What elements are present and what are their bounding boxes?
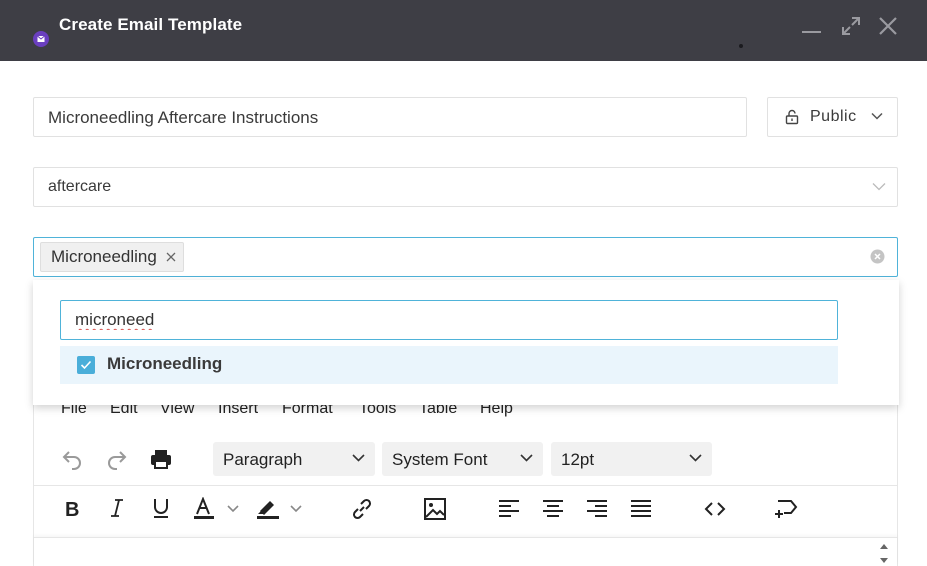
align-right-button[interactable] <box>585 497 609 521</box>
highlight-color-icon <box>257 501 302 519</box>
close-icon <box>879 17 897 35</box>
italic-button[interactable] <box>106 497 128 519</box>
visibility-dropdown-button[interactable]: Public <box>767 97 898 137</box>
template-name-value: Microneedling Aftercare Instructions <box>48 108 319 127</box>
insert-placeholder-icon <box>775 500 798 518</box>
minimize-button[interactable] <box>800 14 824 38</box>
chevron-down-icon <box>872 183 886 191</box>
font-family-select[interactable]: System Font <box>382 442 543 476</box>
close-button[interactable] <box>876 14 900 38</box>
text-color-button[interactable] <box>192 497 240 521</box>
underline-icon <box>154 499 168 518</box>
chevron-down-icon <box>689 454 702 462</box>
link-icon <box>352 498 372 520</box>
block-format-select[interactable]: Paragraph <box>213 442 375 476</box>
category-select[interactable]: aftercare <box>33 167 898 207</box>
text-color-icon <box>194 497 239 519</box>
checkbox-checked-icon[interactable] <box>77 356 95 374</box>
window-titlebar: Create Email Template <box>0 0 927 61</box>
underline-button[interactable] <box>150 497 172 519</box>
tag-remove-icon[interactable] <box>166 252 176 262</box>
editor-toolbar-row2: B <box>34 485 897 529</box>
print-button[interactable] <box>149 447 173 471</box>
block-format-value: Paragraph <box>223 450 303 469</box>
lock-icon <box>785 109 799 125</box>
svg-text:B: B <box>65 499 79 519</box>
tag-option-label: Microneedling <box>107 354 223 373</box>
bold-icon: B <box>65 499 79 519</box>
font-family-value: System Font <box>392 450 488 469</box>
align-center-button[interactable] <box>541 497 565 521</box>
highlight-color-button[interactable] <box>255 497 305 521</box>
justify-icon <box>631 500 651 517</box>
source-code-button[interactable] <box>703 497 727 521</box>
minimize-icon <box>802 31 821 33</box>
category-value: aftercare <box>48 178 112 195</box>
italic-icon <box>111 499 123 517</box>
window-title: Create Email Template <box>59 15 243 34</box>
align-left-button[interactable] <box>497 497 521 521</box>
chevron-down-icon <box>520 454 533 462</box>
tag-search-field[interactable] <box>60 300 838 340</box>
redo-button[interactable] <box>105 447 129 471</box>
insert-placeholder-button[interactable] <box>773 496 799 522</box>
tag-dropdown: Microneedling <box>33 280 899 405</box>
undo-icon <box>62 451 81 470</box>
redo-icon <box>108 451 127 470</box>
chevron-down-icon <box>352 454 365 462</box>
align-center-icon <box>543 500 563 517</box>
tags-select[interactable]: Microneedling <box>33 237 898 277</box>
scroll-up-icon[interactable] <box>879 542 889 550</box>
print-icon <box>151 450 171 469</box>
align-left-icon <box>499 500 519 517</box>
align-right-icon <box>587 500 607 517</box>
maximize-button[interactable] <box>839 14 863 38</box>
link-button[interactable] <box>350 497 374 521</box>
template-name-input[interactable]: Microneedling Aftercare Instructions <box>33 97 747 137</box>
clear-selection-icon[interactable] <box>870 249 885 264</box>
tag-chip: Microneedling <box>40 242 184 272</box>
rich-text-editor: File Edit View Insert Format Tools Table… <box>33 390 898 566</box>
editor-toolbar-row1: Paragraph System Font 12pt <box>34 440 897 480</box>
email-icon <box>33 31 49 47</box>
titlebar-dot <box>739 44 743 48</box>
tag-label: Microneedling <box>51 247 157 266</box>
chevron-down-icon <box>871 112 883 120</box>
image-button[interactable] <box>423 497 447 521</box>
undo-button[interactable] <box>60 447 84 471</box>
visibility-label: Public <box>810 108 857 125</box>
maximize-icon <box>842 17 860 35</box>
bold-button[interactable]: B <box>62 497 84 519</box>
tag-option[interactable]: Microneedling <box>60 346 838 384</box>
scroll-down-icon[interactable] <box>879 557 889 565</box>
justify-button[interactable] <box>629 497 653 521</box>
source-code-icon <box>704 502 726 516</box>
image-icon <box>424 498 446 520</box>
font-size-select[interactable]: 12pt <box>551 442 712 476</box>
font-size-value: 12pt <box>561 450 595 469</box>
tag-search-input[interactable] <box>61 301 837 339</box>
editor-content-area[interactable] <box>34 537 897 566</box>
